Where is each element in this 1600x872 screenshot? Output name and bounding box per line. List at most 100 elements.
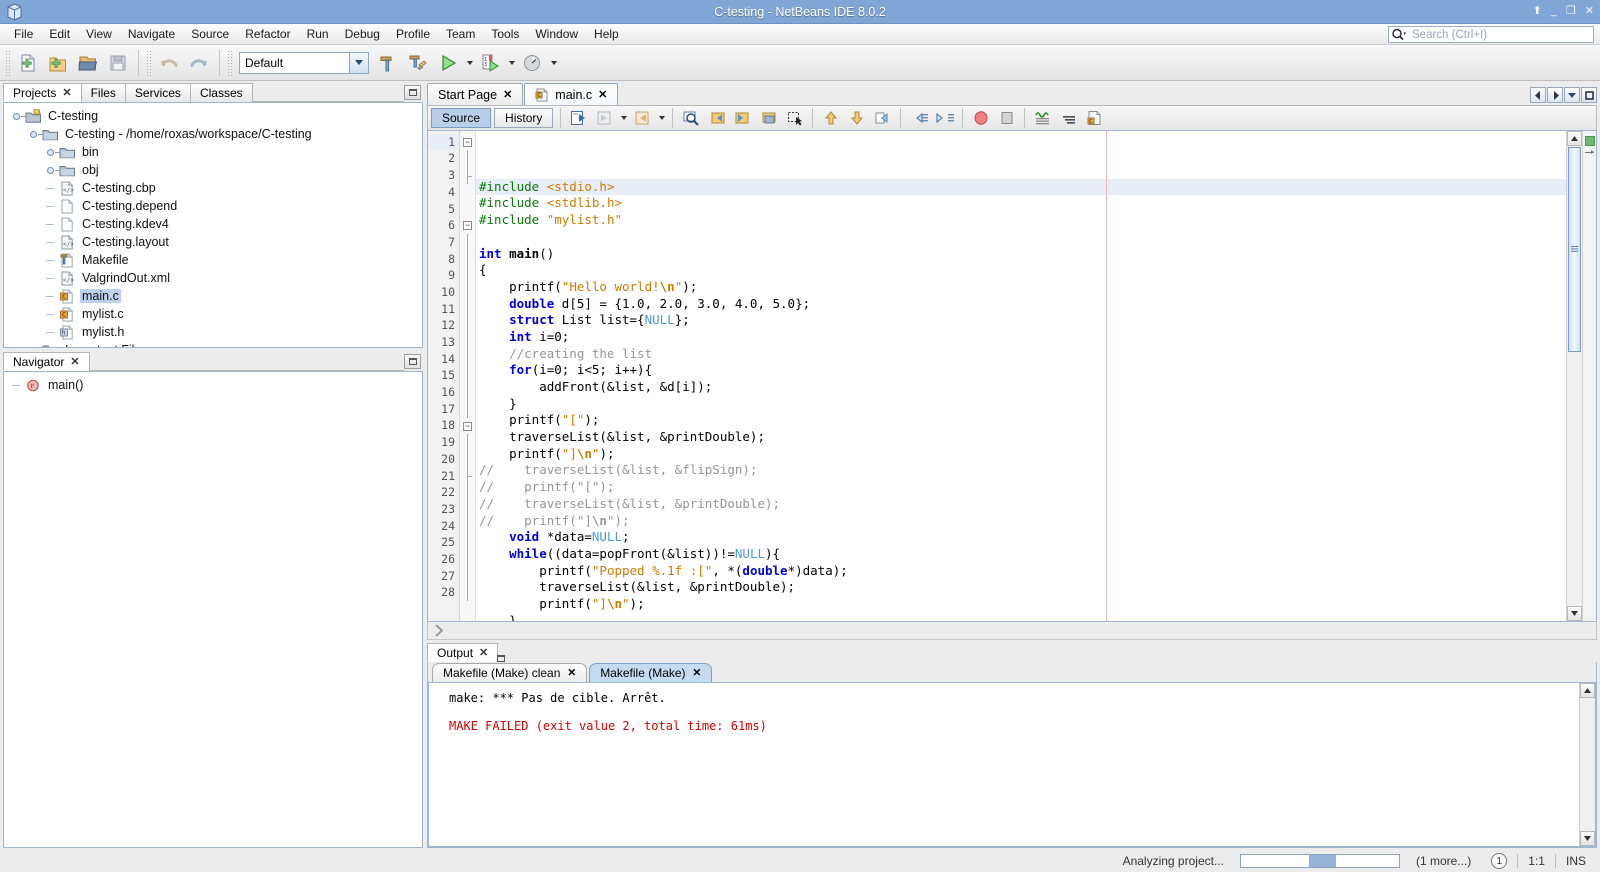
code-line[interactable]: void *data=NULL; bbox=[476, 529, 1566, 546]
code-line[interactable]: } bbox=[476, 396, 1566, 413]
scrollbar-thumb[interactable] bbox=[1568, 146, 1581, 352]
comment-icon[interactable] bbox=[906, 106, 931, 129]
menu-source[interactable]: Source bbox=[183, 25, 237, 43]
toolbar-drag-handle[interactable] bbox=[146, 49, 152, 76]
code-line[interactable]: { bbox=[476, 262, 1566, 279]
tree-item-important-files[interactable]: Important Files bbox=[8, 341, 422, 347]
redo-button[interactable] bbox=[184, 48, 214, 78]
output-console[interactable]: make: *** Pas de cible. Arrêt. MAKE FAIL… bbox=[428, 682, 1596, 847]
tree-item-c-testing-cbp[interactable]: </> C-testing.cbp bbox=[8, 179, 422, 197]
project-tree[interactable]: C-testing C-testing - /home/roxas/workspa… bbox=[4, 103, 422, 347]
menu-edit[interactable]: Edit bbox=[41, 25, 78, 43]
tree-item-c-testing-depend[interactable]: C-testing.depend bbox=[8, 197, 422, 215]
uncomment-icon[interactable] bbox=[932, 106, 957, 129]
chevron-down-icon[interactable] bbox=[349, 52, 368, 73]
build-project-button[interactable] bbox=[373, 48, 403, 78]
run-dropdown-button[interactable] bbox=[463, 48, 475, 78]
toolbar-drag-handle[interactable] bbox=[227, 49, 233, 76]
close-icon[interactable]: ✕ bbox=[503, 88, 512, 101]
menu-refactor[interactable]: Refactor bbox=[237, 25, 298, 43]
previous-error-icon[interactable] bbox=[818, 106, 843, 129]
tree-item-main-c[interactable]: Cmain.c bbox=[8, 287, 422, 305]
run-project-button[interactable] bbox=[433, 48, 463, 78]
code-line[interactable]: #include <stdlib.h> bbox=[476, 195, 1566, 212]
navigator-item[interactable]: Fmain() bbox=[8, 376, 422, 394]
code-line[interactable]: } bbox=[476, 613, 1566, 621]
code-line[interactable]: // printf("["); bbox=[476, 479, 1566, 496]
navigator-tree[interactable]: Fmain() bbox=[4, 372, 422, 394]
new-file-button[interactable] bbox=[13, 48, 43, 78]
fold-collapse-icon[interactable]: − bbox=[463, 137, 472, 147]
tab-services[interactable]: Services bbox=[124, 83, 191, 102]
tree-expand-handle-icon[interactable] bbox=[25, 346, 41, 347]
toggle-rectangular-selection-icon[interactable] bbox=[782, 106, 807, 129]
tree-item-c-testing[interactable]: C-testing bbox=[8, 107, 422, 125]
toolbar-drag-handle[interactable] bbox=[5, 49, 11, 76]
open-project-button[interactable] bbox=[73, 48, 103, 78]
back-dropdown-icon[interactable] bbox=[618, 106, 629, 129]
tree-item-obj[interactable]: obj bbox=[8, 161, 422, 179]
tree-item-bin[interactable]: bin bbox=[8, 143, 422, 161]
tree-item-mylist-h[interactable]: h mylist.h bbox=[8, 323, 422, 341]
tree-item-c-testing-home-roxas-workspace-c-testing[interactable]: C-testing - /home/roxas/workspace/C-test… bbox=[8, 125, 422, 143]
code-line[interactable]: printf("Hello world!\n"); bbox=[476, 279, 1566, 296]
tree-expand-handle-icon[interactable] bbox=[42, 148, 60, 156]
tree-item-c-testing-layout[interactable]: </> C-testing.layout bbox=[8, 233, 422, 251]
scroll-down-icon[interactable] bbox=[1580, 831, 1595, 846]
code-line[interactable]: traverseList(&list, &printDouble); bbox=[476, 579, 1566, 596]
more-tasks-label[interactable]: (1 more...) bbox=[1406, 854, 1481, 868]
menu-file[interactable]: File bbox=[6, 25, 41, 43]
scroll-up-icon[interactable] bbox=[1580, 683, 1595, 698]
menu-navigate[interactable]: Navigate bbox=[120, 25, 183, 43]
maximize-window-icon[interactable] bbox=[1581, 87, 1597, 103]
next-error-icon[interactable] bbox=[844, 106, 869, 129]
scroll-up-icon[interactable] bbox=[1567, 130, 1582, 146]
sub-tab-makefile-make[interactable]: Makefile (Make) ✕ bbox=[589, 663, 713, 682]
code-line[interactable]: for(i=0; i<5; i++){ bbox=[476, 362, 1566, 379]
toggle-highlight-icon[interactable] bbox=[1030, 106, 1055, 129]
code-line[interactable]: // traverseList(&list, &flipSign); bbox=[476, 462, 1566, 479]
debug-dropdown-button[interactable] bbox=[505, 48, 517, 78]
fold-collapse-icon[interactable]: − bbox=[463, 221, 472, 231]
code-line[interactable]: double d[5] = {1.0, 2.0, 3.0, 4.0, 5.0}; bbox=[476, 296, 1566, 313]
tree-item-makefile[interactable]: Makefile bbox=[8, 251, 422, 269]
profile-project-button[interactable] bbox=[517, 48, 547, 78]
code-line[interactable]: printf("]\n"); bbox=[476, 596, 1566, 613]
code-line[interactable]: while((data=popFront(&list))!=NULL){ bbox=[476, 546, 1566, 563]
document-list-icon[interactable] bbox=[1564, 87, 1580, 103]
forward-dropdown-icon[interactable] bbox=[656, 106, 667, 129]
source-code-text[interactable]: #include <stdio.h> #include <stdlib.h> #in… bbox=[476, 130, 1566, 621]
minimize-output-button[interactable] bbox=[497, 655, 506, 662]
project-configuration-combo[interactable]: Default bbox=[239, 51, 369, 74]
save-all-button[interactable] bbox=[103, 48, 133, 78]
clean-and-build-button[interactable] bbox=[403, 48, 433, 78]
scroll-tabs-left-icon[interactable] bbox=[1530, 87, 1546, 103]
tab-classes[interactable]: Classes bbox=[189, 83, 253, 102]
close-icon[interactable]: ✕ bbox=[479, 646, 488, 659]
menu-run[interactable]: Run bbox=[299, 25, 337, 43]
back-icon[interactable] bbox=[592, 106, 617, 129]
undo-button[interactable] bbox=[154, 48, 184, 78]
find-selection-icon[interactable] bbox=[678, 106, 703, 129]
minimize-window-button[interactable] bbox=[404, 354, 421, 369]
debug-project-button[interactable]: 1 3 bbox=[475, 48, 505, 78]
tree-item-c-testing-kdev4[interactable]: C-testing.kdev4 bbox=[8, 215, 422, 233]
close-icon[interactable]: ✕ bbox=[598, 88, 607, 101]
tab-output[interactable]: Output ✕ bbox=[427, 643, 499, 662]
new-project-button[interactable] bbox=[43, 48, 73, 78]
tab-files[interactable]: Files bbox=[80, 83, 126, 102]
menu-help[interactable]: Help bbox=[586, 25, 627, 43]
code-line[interactable]: printf("["); bbox=[476, 412, 1566, 429]
toggle-line-numbers-icon[interactable] bbox=[1056, 106, 1081, 129]
scroll-down-icon[interactable] bbox=[1567, 605, 1582, 621]
code-line[interactable]: // printf("]\n"); bbox=[476, 513, 1566, 530]
inspect-icon[interactable]: C bbox=[1082, 106, 1107, 129]
output-vertical-scrollbar[interactable] bbox=[1579, 683, 1595, 846]
code-line[interactable]: printf("]\n"); bbox=[476, 446, 1566, 463]
close-button[interactable]: ✕ bbox=[1585, 6, 1594, 17]
menu-window[interactable]: Window bbox=[527, 25, 586, 43]
code-line[interactable]: addFront(&list, &d[i]); bbox=[476, 379, 1566, 396]
code-editor[interactable]: 1 2 3 4 5 6 7 8 9 10 11 12 13 14 15 16 17 18 19 20 21 22 23 24 2… bbox=[427, 130, 1597, 622]
menu-team[interactable]: Team bbox=[438, 25, 483, 43]
close-icon[interactable]: ✕ bbox=[70, 355, 79, 368]
